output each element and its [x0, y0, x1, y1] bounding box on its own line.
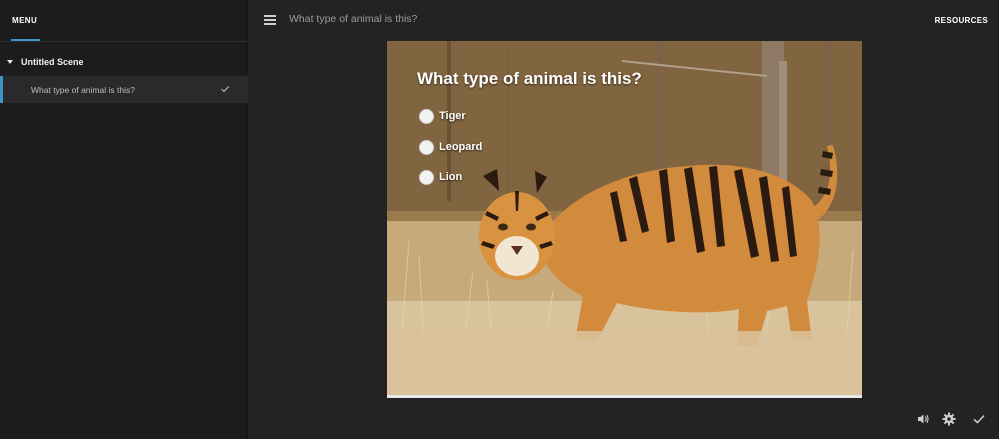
option-label: Lion — [439, 171, 463, 183]
resources-button[interactable]: RESOURCES — [935, 16, 988, 25]
settings-icon[interactable] — [942, 412, 956, 426]
menu-tab[interactable]: MENU — [12, 0, 40, 41]
option-leopard[interactable]: Leopard — [419, 139, 482, 155]
player-app: MENU Untitled Scene What type of animal … — [0, 0, 999, 439]
scene-item[interactable]: Untitled Scene — [0, 54, 248, 70]
slide-label: What type of animal is this? — [31, 84, 135, 95]
scene-label: Untitled Scene — [21, 57, 84, 67]
radio-button[interactable] — [419, 169, 434, 185]
option-label: Leopard — [439, 141, 483, 153]
option-lion[interactable]: Lion — [419, 169, 462, 185]
checkmark-icon[interactable] — [972, 412, 986, 426]
volume-icon[interactable] — [916, 412, 930, 426]
radio-button[interactable] — [419, 108, 434, 124]
slide-stage: What type of animal is this? Tiger Leopa… — [387, 41, 862, 398]
sidebar: MENU Untitled Scene What type of animal … — [0, 0, 248, 439]
slide-progress-bar — [387, 395, 862, 398]
sidebar-divider — [0, 41, 248, 42]
check-icon — [221, 86, 230, 93]
caret-down-icon[interactable] — [7, 60, 13, 64]
active-indicator — [0, 76, 3, 103]
radio-button[interactable] — [419, 139, 434, 155]
option-label: Tiger — [439, 110, 466, 122]
slide-title: What type of animal is this? — [289, 13, 418, 25]
tiger-photo — [387, 41, 862, 398]
sidebar-item-slide[interactable]: What type of animal is this? — [0, 76, 248, 103]
hamburger-menu-icon[interactable] — [264, 15, 276, 25]
question-text: What type of animal is this? — [417, 69, 642, 88]
option-tiger[interactable]: Tiger — [419, 108, 466, 124]
